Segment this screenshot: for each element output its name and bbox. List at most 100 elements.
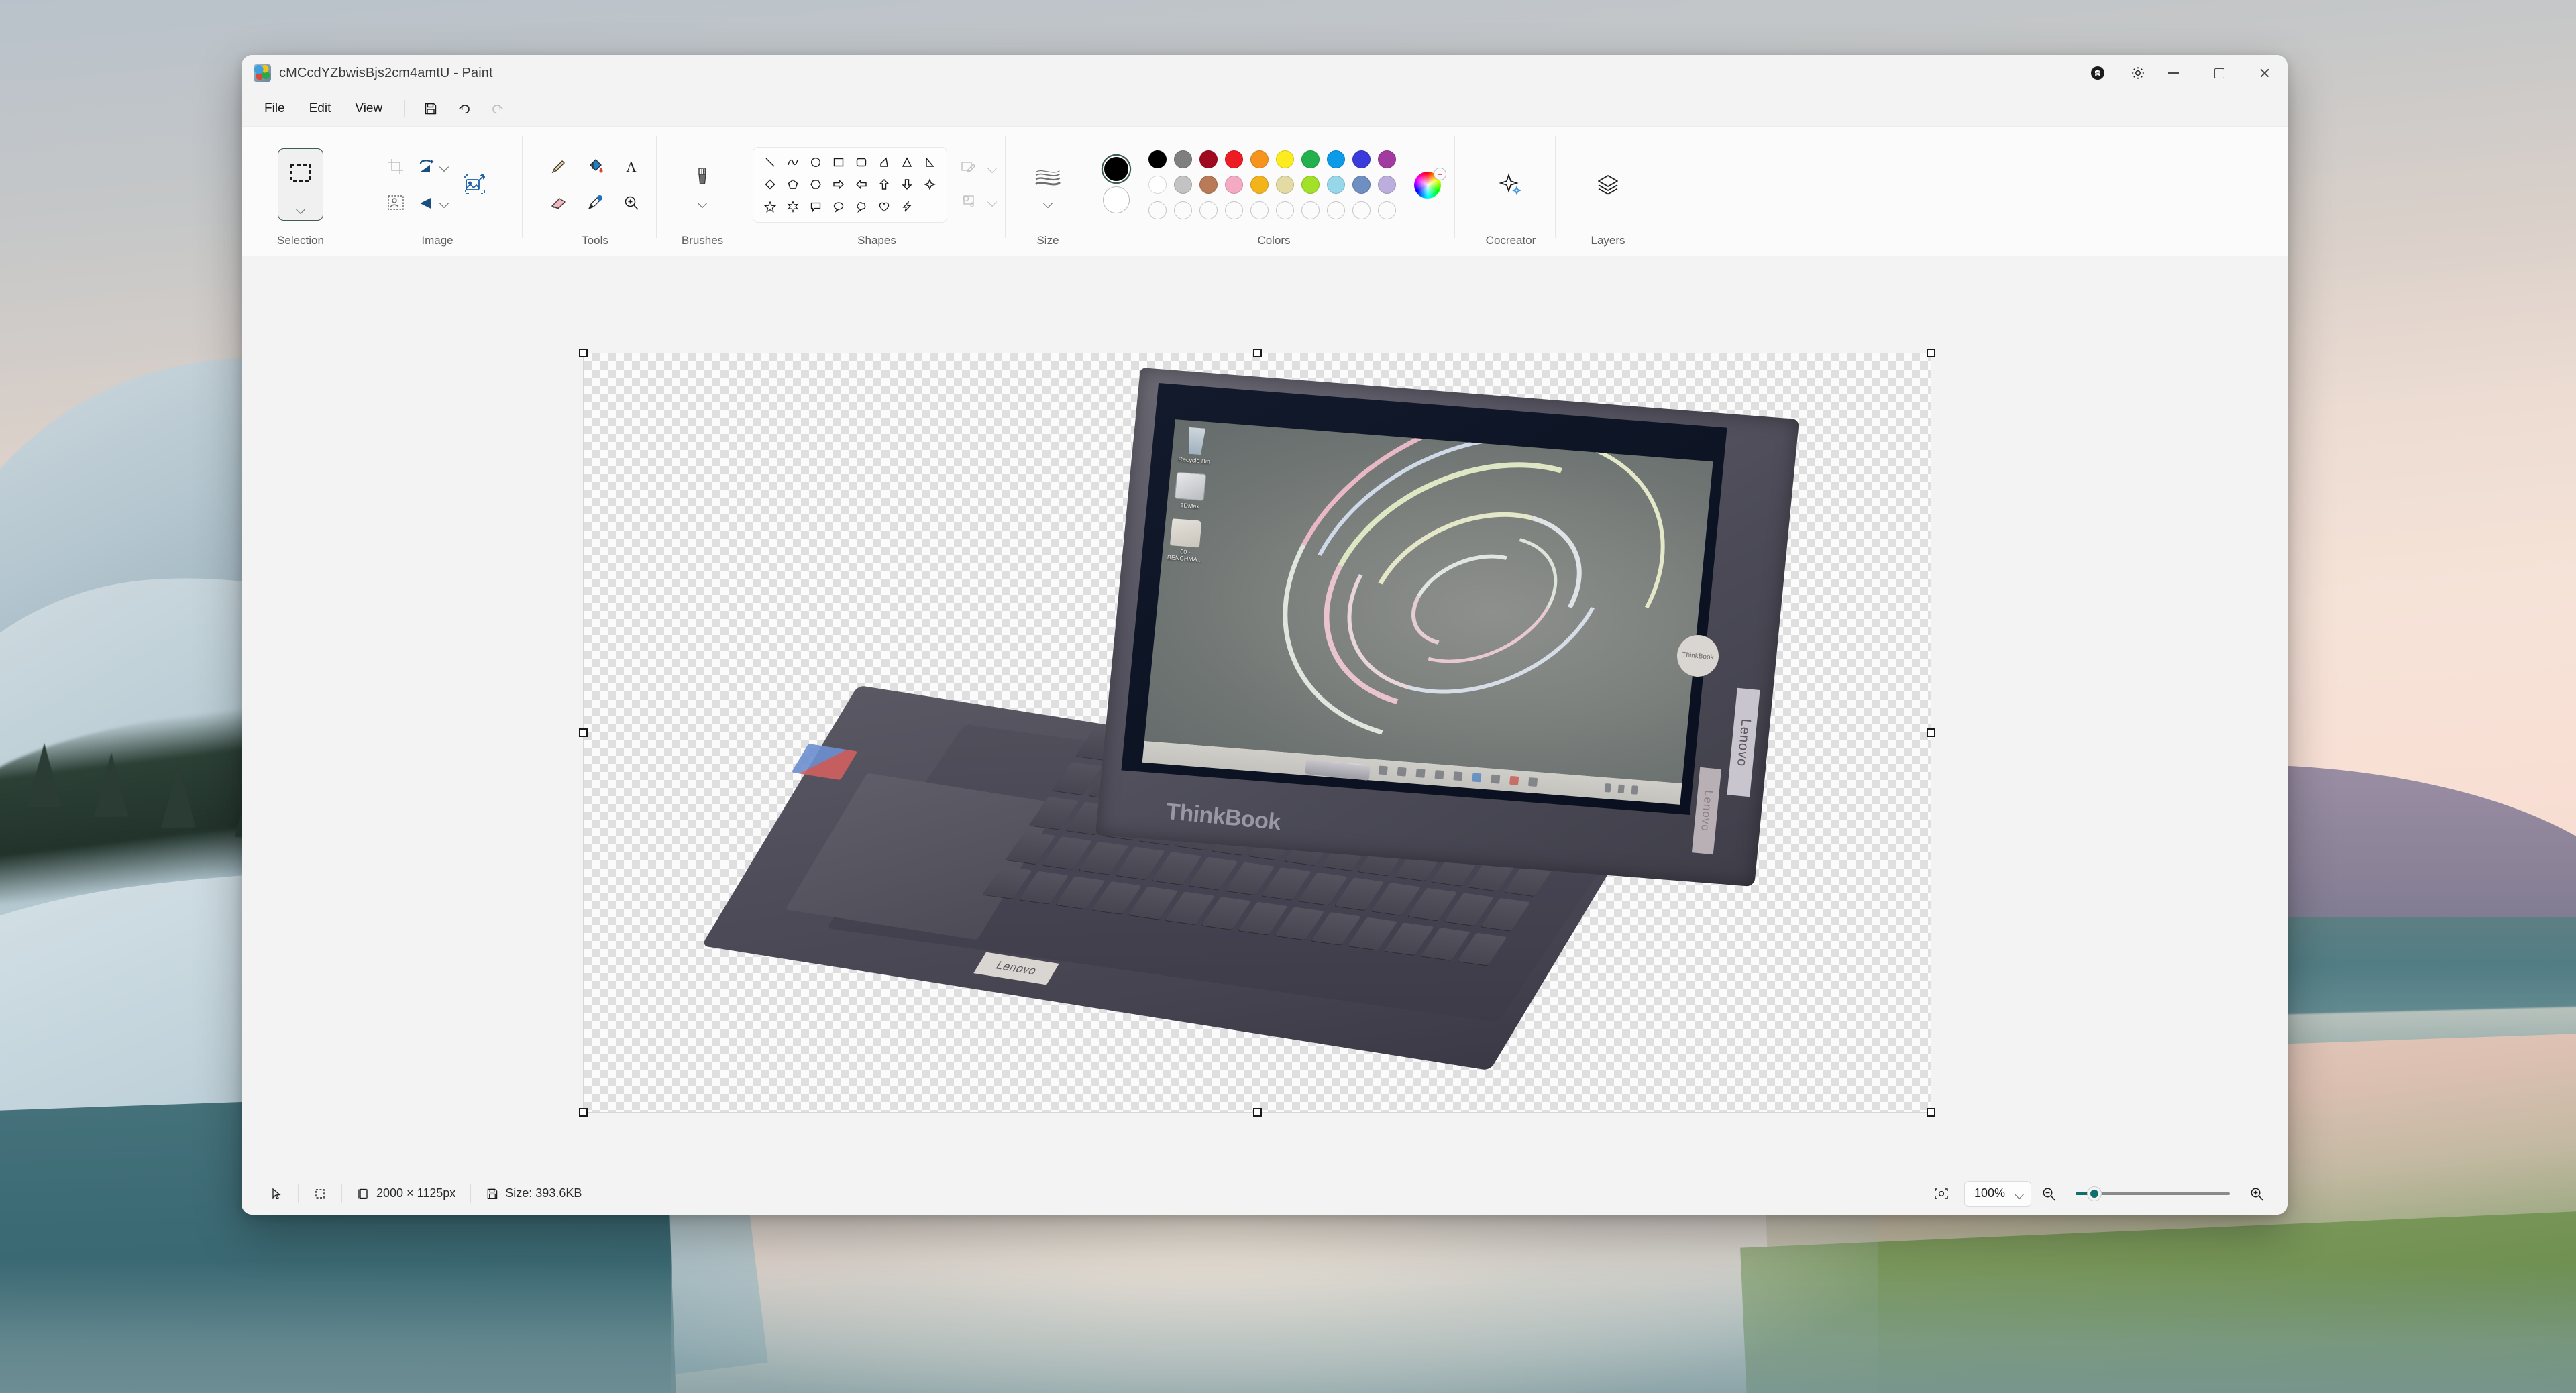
shape-heart-icon[interactable]	[873, 196, 896, 218]
undo-icon[interactable]	[449, 96, 480, 121]
chevron-down-icon[interactable]	[438, 148, 450, 184]
title-bar[interactable]: cMCcdYZbwisBjs2cm4amtU - Paint	[241, 55, 2288, 91]
color-swatch[interactable]	[1352, 175, 1371, 194]
color-swatch[interactable]	[1326, 150, 1345, 168]
shape-rectangle-icon[interactable]	[827, 152, 850, 174]
menu-edit[interactable]: Edit	[299, 97, 342, 121]
shape-hexagon-icon[interactable]	[804, 174, 827, 196]
color-swatch[interactable]	[1352, 150, 1371, 168]
shape-four-point-star-icon[interactable]	[918, 152, 941, 174]
color-swatch-empty[interactable]	[1173, 201, 1192, 219]
color-swatch-empty[interactable]	[1301, 201, 1320, 219]
shape-pentagon-icon[interactable]	[782, 174, 804, 196]
color-wheel-icon[interactable]: +	[1414, 168, 1446, 200]
crop-icon[interactable]	[378, 148, 414, 184]
color-swatch[interactable]	[1250, 175, 1269, 194]
maximize-button[interactable]	[2196, 55, 2242, 91]
secondary-color-swatch[interactable]	[1103, 186, 1130, 213]
shape-triangle-icon[interactable]	[896, 152, 918, 174]
color-swatch[interactable]	[1148, 150, 1167, 168]
menu-file[interactable]: File	[254, 97, 296, 121]
layers-icon[interactable]	[1587, 164, 1629, 205]
shape-line-icon[interactable]	[759, 152, 782, 174]
color-swatch-empty[interactable]	[1224, 201, 1243, 219]
rectangular-selection-icon[interactable]	[278, 148, 323, 221]
chevron-down-icon[interactable]	[2015, 1189, 2024, 1199]
magnifier-icon[interactable]	[613, 184, 649, 221]
eraser-icon[interactable]	[541, 184, 577, 221]
selection-handle-n[interactable]	[1253, 349, 1262, 357]
selection-handle-ne[interactable]	[1927, 349, 1935, 357]
remove-background-icon[interactable]	[378, 184, 414, 221]
zoom-out-button[interactable]	[2031, 1181, 2066, 1207]
canvas-area[interactable]: Lenovo Recycle Bin 3DMax 00 - BENCHMA...…	[241, 256, 2288, 1172]
shape-curve-icon[interactable]	[782, 152, 804, 174]
shape-outline-icon[interactable]	[954, 153, 983, 182]
color-swatch[interactable]	[1326, 175, 1345, 194]
minimize-button[interactable]	[2151, 55, 2196, 91]
color-swatch[interactable]	[1224, 150, 1243, 168]
shape-rounded-callout-icon[interactable]	[827, 196, 850, 218]
zoom-level-select[interactable]: 100%	[1964, 1180, 2031, 1207]
shape-up-arrow-icon[interactable]	[873, 174, 896, 196]
zoom-slider-thumb[interactable]	[2088, 1186, 2101, 1201]
color-swatch[interactable]	[1173, 150, 1192, 168]
fit-to-window-button[interactable]	[1919, 1181, 1964, 1207]
chevron-down-icon[interactable]	[1030, 195, 1066, 210]
color-swatch-empty[interactable]	[1275, 201, 1294, 219]
selection-handle-s[interactable]	[1253, 1108, 1262, 1117]
color-swatch[interactable]	[1275, 150, 1294, 168]
eyedropper-icon[interactable]	[577, 184, 613, 221]
pencil-icon[interactable]	[541, 148, 577, 184]
shape-fill-icon[interactable]	[954, 186, 983, 216]
color-swatch[interactable]	[1275, 175, 1294, 194]
rotate-icon[interactable]	[414, 148, 438, 184]
color-swatch[interactable]	[1199, 150, 1218, 168]
shape-down-arrow-icon[interactable]	[896, 174, 918, 196]
primary-color-swatch[interactable]	[1103, 156, 1130, 182]
image-canvas[interactable]: Lenovo Recycle Bin 3DMax 00 - BENCHMA...…	[579, 349, 1935, 1117]
color-swatch-empty[interactable]	[1250, 201, 1269, 219]
resize-icon[interactable]	[453, 162, 497, 207]
color-swatch[interactable]	[1301, 150, 1320, 168]
chevron-down-icon[interactable]	[438, 184, 450, 221]
shape-right-arrow-icon[interactable]	[827, 174, 850, 196]
shape-diamond-icon[interactable]	[759, 174, 782, 196]
close-button[interactable]	[2242, 55, 2288, 91]
flip-icon[interactable]	[414, 184, 438, 221]
text-icon[interactable]: A	[613, 148, 649, 184]
color-swatch[interactable]	[1377, 175, 1396, 194]
color-swatch[interactable]	[1224, 175, 1243, 194]
color-swatch-empty[interactable]	[1377, 201, 1396, 219]
selection-handle-se[interactable]	[1927, 1108, 1935, 1117]
shape-right-triangle-icon[interactable]	[873, 152, 896, 174]
shape-oval-icon[interactable]	[804, 152, 827, 174]
menu-view[interactable]: View	[344, 97, 393, 121]
color-swatch-empty[interactable]	[1148, 201, 1167, 219]
redo-icon[interactable]	[482, 96, 513, 121]
shape-left-arrow-icon[interactable]	[850, 174, 873, 196]
color-swatch[interactable]	[1148, 175, 1167, 194]
shape-rounded-rectangle-icon[interactable]	[850, 152, 873, 174]
color-swatch[interactable]	[1301, 175, 1320, 194]
shape-sparkle-icon[interactable]	[918, 174, 941, 196]
fill-bucket-icon[interactable]	[577, 148, 613, 184]
shape-lightning-icon[interactable]	[896, 196, 918, 218]
shape-rectangular-callout-icon[interactable]	[804, 196, 827, 218]
color-swatch[interactable]	[1199, 175, 1218, 194]
chevron-down-icon[interactable]	[684, 195, 720, 210]
selection-handle-sw[interactable]	[579, 1108, 588, 1117]
color-swatch[interactable]	[1173, 175, 1192, 194]
color-swatch[interactable]	[1377, 150, 1396, 168]
color-swatch-empty[interactable]	[1352, 201, 1371, 219]
save-icon[interactable]	[415, 96, 446, 121]
chevron-down-icon[interactable]	[983, 186, 1001, 216]
brush-icon[interactable]	[684, 159, 720, 195]
size-icon[interactable]	[1030, 159, 1066, 195]
chevron-down-icon[interactable]	[296, 204, 305, 213]
shape-cloud-callout-icon[interactable]	[850, 196, 873, 218]
zoom-slider[interactable]	[2076, 1186, 2230, 1201]
color-swatch[interactable]	[1250, 150, 1269, 168]
selection-handle-e[interactable]	[1927, 728, 1935, 737]
shape-six-point-star-icon[interactable]	[782, 196, 804, 218]
